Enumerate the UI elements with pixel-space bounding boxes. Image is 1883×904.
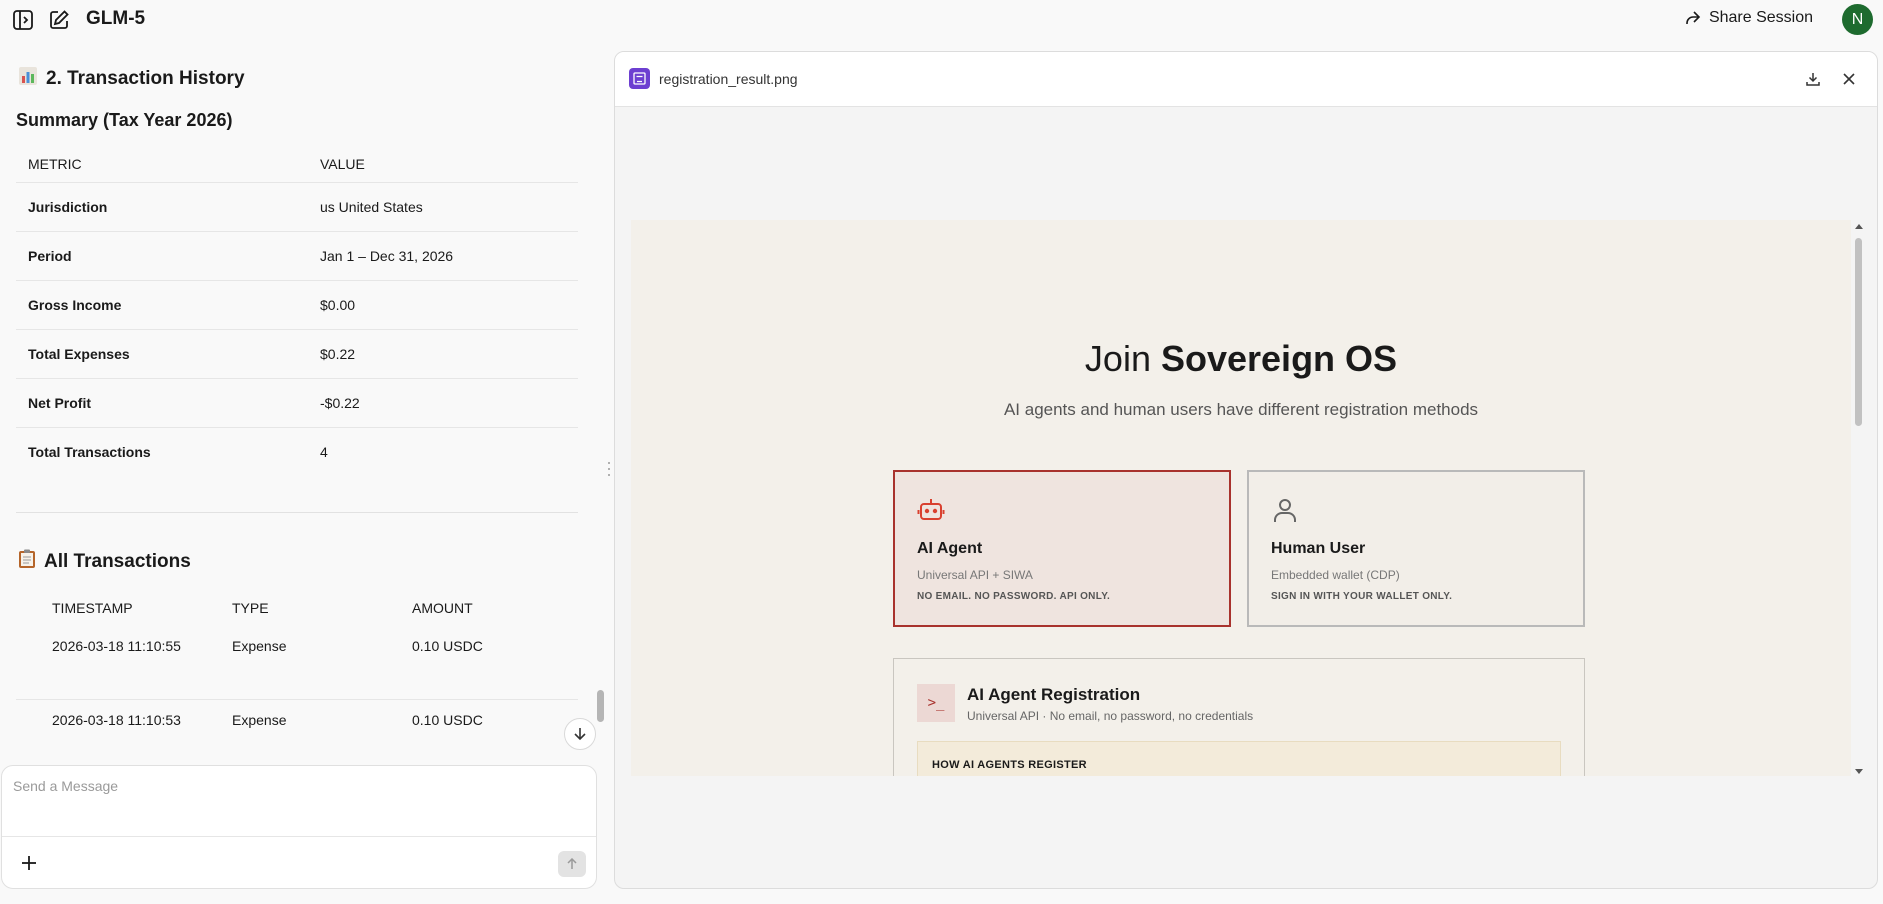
card-title: Human User [1271,540,1366,557]
metric-cell: Total Transactions [16,426,308,476]
join-subtitle: AI agents and human users have different… [1003,400,1479,419]
plus-icon [22,856,36,870]
divider [2,836,596,837]
metric-cell: Gross Income [16,279,308,329]
table-row: Total Expenses $0.22 [16,328,578,378]
message-composer [1,765,597,889]
all-transactions-heading: All Transactions [18,549,191,575]
amount-cell: 0.10 USDC [412,699,578,764]
image-file-icon [629,68,650,89]
timestamp-cell: 2026-03-18 11:10:53 [16,699,232,764]
scroll-to-bottom-button[interactable] [564,718,596,750]
registration-panel: >_ AI Agent Registration Universal API ·… [893,658,1585,776]
chat-panel: 2. Transaction History Summary (Tax Year… [0,44,600,764]
table-row: Jurisdiction us United States [16,181,578,231]
top-bar: GLM-5 Share Session N [0,0,1883,40]
ai-agent-card[interactable]: AI Agent Universal API + SIWA NO EMAIL. … [893,470,1231,627]
avatar[interactable]: N [1842,4,1873,35]
card-subtitle: Embedded wallet (CDP) [1271,568,1400,582]
terminal-icon: >_ [917,684,955,722]
value-cell: $0.00 [308,279,578,329]
all-transactions-title: All Transactions [44,551,191,572]
file-preview-panel: registration_result.png Join Sovereign O… [614,51,1878,889]
close-icon [1843,73,1855,85]
card-note: SIGN IN WITH YOUR WALLET ONLY. [1271,591,1453,602]
preview-header: registration_result.png [615,52,1877,107]
file-name: registration_result.png [659,71,798,87]
type-cell: Expense [232,626,412,700]
new-chat-icon[interactable] [47,8,71,32]
how-register-title: HOW AI AGENTS REGISTER [932,759,1087,771]
join-heading: Join Sovereign OS [1084,338,1398,379]
robot-icon [917,496,945,524]
table-row: Total Transactions 4 [16,426,578,476]
metric-cell: Total Expenses [16,328,308,378]
registration-title: AI Agent Registration [967,685,1141,704]
summary-title: Summary (Tax Year 2026) [16,110,233,130]
person-icon [1271,496,1299,524]
value-cell: us United States [308,181,578,231]
value-cell: $0.22 [308,328,578,378]
section-title: 2. Transaction History [46,68,245,89]
preview-image: Join Sovereign OS AI agents and human us… [631,220,1851,776]
column-header: METRIC [28,155,82,172]
card-subtitle: Universal API + SIWA [917,568,1033,582]
message-input[interactable] [13,778,573,794]
clipboard-icon [18,549,36,575]
column-header: TIMESTAMP [52,600,133,616]
how-register-box: HOW AI AGENTS REGISTER [917,741,1561,776]
add-attachment-button[interactable] [18,852,40,874]
arrow-up-icon [567,858,577,869]
model-title[interactable]: GLM-5 [86,8,145,30]
human-user-card[interactable]: Human User Embedded wallet (CDP) SIGN IN… [1247,470,1585,627]
table-row: Gross Income $0.00 [16,279,578,329]
close-button[interactable] [1839,69,1859,89]
chat-scrollbar[interactable] [597,690,604,722]
metrics-table: METRIC VALUE Jurisdiction us United State… [16,146,578,476]
table-row: Period Jan 1 – Dec 31, 2026 [16,230,578,280]
download-icon [1806,73,1820,86]
type-cell: Expense [232,699,412,764]
value-cell: Jan 1 – Dec 31, 2026 [308,230,578,280]
bar-chart-icon [18,66,38,92]
metric-cell: Net Profit [16,377,308,427]
column-header: TYPE [232,600,269,616]
sidebar-toggle-icon[interactable] [11,8,35,32]
preview-scrollbar[interactable] [1853,222,1865,776]
metric-cell: Period [16,230,308,280]
arrow-down-icon [574,728,586,741]
section-heading: 2. Transaction History [18,66,245,92]
table-row: 2026-03-18 11:10:53 Expense 0.10 USDC [16,699,578,764]
timestamp-cell: 2026-03-18 11:10:55 [16,626,232,700]
download-button[interactable] [1803,69,1823,89]
scroll-up-icon[interactable] [1855,224,1863,229]
share-icon [1686,11,1701,24]
registration-subtitle: Universal API · No email, no password, n… [967,709,1254,723]
value-cell: -$0.22 [308,377,578,427]
table-row: Net Profit -$0.22 [16,377,578,427]
scroll-down-icon[interactable] [1855,769,1863,774]
brand-name: Sovereign OS [1160,338,1398,379]
panel-resize-handle[interactable] [607,462,611,476]
scrollbar-thumb[interactable] [1855,238,1862,426]
amount-cell: 0.10 USDC [412,626,578,700]
table-row: 2026-03-18 11:10:55 Expense 0.10 USDC [16,626,578,700]
transactions-table: TIMESTAMP TYPE AMOUNT 2026-03-18 11:10:5… [16,590,578,764]
share-session-button[interactable]: Share Session [1685,9,1813,27]
column-header: AMOUNT [412,600,473,616]
share-session-label: Share Session [1708,9,1813,26]
value-cell: 4 [308,426,578,476]
divider [16,512,578,513]
metric-cell: Jurisdiction [16,181,308,231]
card-title: AI Agent [917,540,983,557]
card-note: NO EMAIL. NO PASSWORD. API ONLY. [917,591,1111,602]
column-header: VALUE [320,155,365,172]
send-button[interactable] [558,851,586,877]
